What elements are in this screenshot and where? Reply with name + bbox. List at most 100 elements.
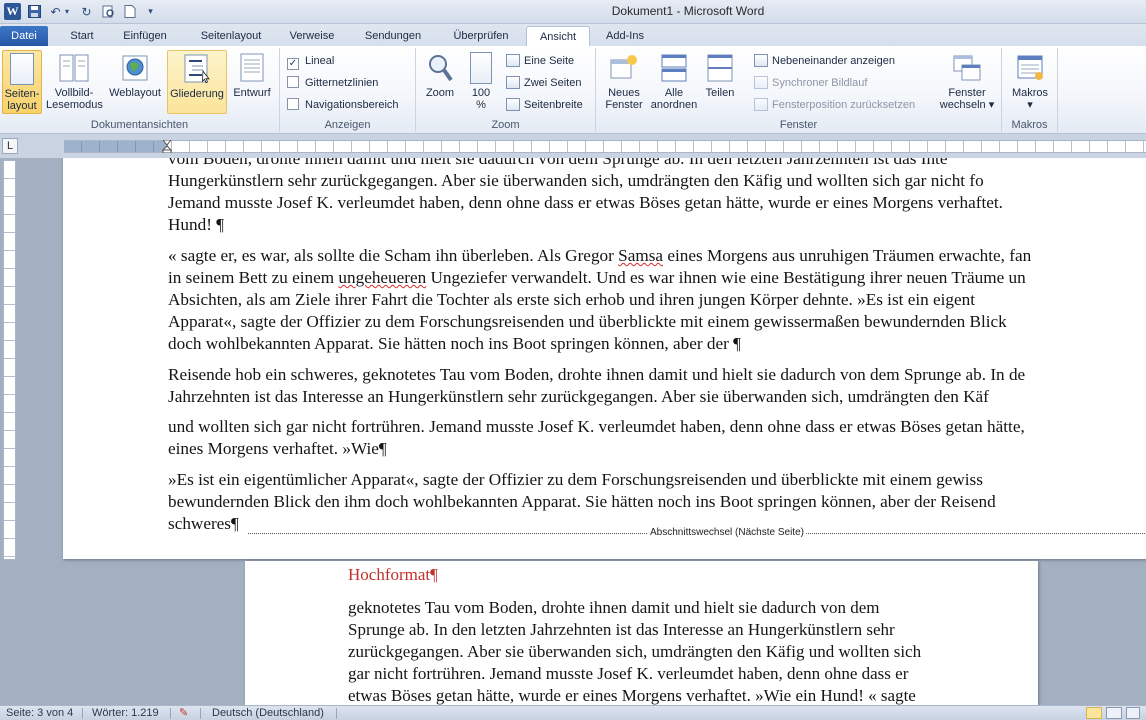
vertical-ruler[interactable]: [3, 160, 16, 560]
print-layout-view-icon[interactable]: [1086, 707, 1102, 719]
zoom-100-button[interactable]: 100 %: [464, 50, 498, 114]
tab-start[interactable]: Start: [62, 26, 102, 46]
draft-icon: [237, 52, 267, 84]
horizontal-ruler[interactable]: [64, 139, 1146, 154]
full-screen-view-icon[interactable]: [1106, 707, 1122, 719]
group-zoom: Zoom 100 % Eine Seite Zwei Seiten Seiten…: [416, 48, 596, 132]
fenster-wechseln-button[interactable]: Fenster wechseln ▾: [934, 50, 1000, 114]
text-line[interactable]: zurückgegangen. Aber sie überwanden sich…: [348, 641, 921, 663]
tab-ansicht[interactable]: Ansicht: [526, 26, 590, 47]
ribbon-tabs: Datei Start Einfügen Seitenlayout Verwei…: [0, 24, 1146, 47]
group-label-anzeigen: Anzeigen: [324, 119, 371, 131]
neues-fenster-button[interactable]: Neues Fenster: [600, 50, 648, 114]
text-line[interactable]: und wollten sich gar nicht fortrühren. J…: [168, 416, 1025, 438]
entwurf-button[interactable]: Entwurf: [229, 50, 275, 114]
tab-verweise[interactable]: Verweise: [282, 26, 342, 46]
print-layout-icon: [10, 53, 34, 85]
gitternetzlinien-check-icon[interactable]: [287, 76, 299, 88]
makros-button[interactable]: Makros ▾: [1006, 50, 1054, 114]
text-line[interactable]: doch wohlbekannten Apparat. Sie hätten n…: [168, 333, 741, 355]
text-line[interactable]: Jemand musste Josef K. verleumdet haben,…: [168, 192, 1003, 214]
text-line[interactable]: Reisende hob ein schweres, geknotetes Ta…: [168, 364, 1025, 386]
navigationsbereich-check-icon[interactable]: [287, 98, 299, 110]
teilen-button[interactable]: Teilen: [700, 50, 740, 114]
group-label-zoom: Zoom: [491, 119, 520, 131]
fensterposition-button[interactable]: Fensterposition zurücksetzen: [754, 95, 915, 115]
page-1[interactable]: vom Boden, drohte ihnen damit und hielt …: [63, 158, 1146, 559]
group-label-makros: Makros: [1011, 119, 1048, 131]
text-line[interactable]: Sprunge ab. In den letzten Jahrzehnten i…: [348, 619, 895, 641]
teilen-label: Teilen: [705, 87, 735, 99]
text-line[interactable]: vom Boden, drohte ihnen damit und hielt …: [168, 158, 947, 170]
tab-add-ins[interactable]: Add-Ins: [598, 26, 652, 46]
seitenbreite-button[interactable]: Seitenbreite: [506, 95, 583, 115]
text-line[interactable]: eines Morgens verhaftet. »Wie¶: [168, 438, 387, 460]
group-dokumentansichten: Seiten- layout Vollbild- Lesemodus Webla…: [0, 48, 280, 132]
percent-label: %: [476, 99, 486, 111]
tab-ueberpruefen[interactable]: Überprüfen: [444, 26, 518, 46]
page-count[interactable]: Seite: 3 von 4: [6, 707, 73, 720]
seitenlayout-button[interactable]: Seiten- layout: [2, 50, 42, 114]
text-line[interactable]: geknotetes Tau vom Boden, drohte ihnen d…: [348, 597, 880, 619]
proofing-icon[interactable]: ✎: [179, 707, 188, 720]
vollbild-label-2: Lesemodus: [46, 99, 103, 111]
section-break-label: Abschnittswechsel (Nächste Seite): [648, 526, 806, 540]
text-line[interactable]: « sagte er, es war, als sollte die Scham…: [168, 245, 1031, 267]
zwei-seiten-label: Zwei Seiten: [524, 77, 582, 89]
gliederung-button[interactable]: Gliederung: [167, 50, 227, 114]
text-line[interactable]: bewundernden Blick den ihm doch wohlbeka…: [168, 491, 996, 513]
wechseln-label-1: Fenster: [948, 87, 986, 99]
page-2[interactable]: Hochformat¶ geknotetes Tau vom Boden, dr…: [245, 561, 1038, 705]
lineal-checkbox[interactable]: ✓ Lineal: [287, 51, 334, 71]
text-line[interactable]: etwas Böses getan hätte, wurde er eines …: [348, 685, 916, 705]
neues-label-1: Neues: [608, 87, 640, 99]
navigationsbereich-label: Navigationsbereich: [305, 99, 399, 111]
group-makros: Makros ▾ Makros: [1002, 48, 1058, 132]
eine-seite-button[interactable]: Eine Seite: [506, 51, 574, 71]
wechseln-label-2: wechseln ▾: [939, 99, 995, 111]
window-title: Dokument1 - Microsoft Word: [611, 4, 765, 18]
tab-seitenlayout[interactable]: Seitenlayout: [186, 26, 276, 46]
text-line[interactable]: Jahrzehnten ist das Interesse an Hungerk…: [168, 386, 989, 408]
text-line[interactable]: Apparat«, sagte der Offizier zu dem Fors…: [168, 311, 1007, 333]
web-layout-view-icon[interactable]: [1126, 707, 1140, 719]
text-line[interactable]: »Es ist ein eigentümlicher Apparat«, sag…: [168, 469, 983, 491]
nebeneinander-label: Nebeneinander anzeigen: [772, 55, 895, 67]
group-fenster: Neues Fenster Alle anordnen Teilen Neben…: [596, 48, 1002, 132]
zwei-seiten-button[interactable]: Zwei Seiten: [506, 73, 581, 93]
group-anzeigen: ✓ Lineal Gitternetzlinien Navigationsbere…: [280, 48, 416, 132]
vollbild-lesemodus-button[interactable]: Vollbild- Lesemodus: [46, 50, 103, 114]
alle-anordnen-button[interactable]: Alle anordnen: [650, 50, 698, 114]
nebeneinander-button[interactable]: Nebeneinander anzeigen: [754, 51, 895, 71]
tab-datei[interactable]: Datei: [0, 26, 48, 46]
navigationsbereich-checkbox[interactable]: Navigationsbereich: [287, 95, 399, 115]
tab-einfuegen[interactable]: Einfügen: [114, 26, 176, 46]
text-line[interactable]: Hund! ¶: [168, 214, 224, 236]
synchroner-bildlauf-button[interactable]: Synchroner Bildlauf: [754, 73, 867, 93]
word-count[interactable]: Wörter: 1.219: [92, 707, 159, 720]
indent-marker-icon[interactable]: [161, 139, 173, 154]
tab-sendungen[interactable]: Sendungen: [355, 26, 431, 46]
document-area[interactable]: vom Boden, drohte ihnen damit und hielt …: [20, 158, 1146, 705]
weblayout-button[interactable]: Weblayout: [106, 50, 164, 114]
gliederung-label: Gliederung: [170, 88, 224, 100]
page-2-heading[interactable]: Hochformat¶: [348, 565, 438, 585]
spelling-marked-word[interactable]: Samsa: [618, 246, 663, 265]
hundred-percent-icon: [470, 52, 492, 84]
text-line[interactable]: in seinem Bett zu einem ungeheueren Unge…: [168, 267, 1026, 289]
text-line[interactable]: schweres¶: [168, 513, 239, 535]
ruler-ticks: [64, 141, 1146, 152]
status-divider: [336, 708, 337, 719]
spelling-marked-word[interactable]: ungeheueren: [338, 268, 426, 287]
fensterposition-label: Fensterposition zurücksetzen: [772, 99, 916, 111]
zoom-button[interactable]: Zoom: [420, 50, 460, 114]
arrange-all-icon: [659, 52, 689, 84]
text-line[interactable]: Hungerkünstlern sehr zurückgegangen. Abe…: [168, 170, 984, 192]
gitternetzlinien-checkbox[interactable]: Gitternetzlinien: [287, 73, 378, 93]
sync-scroll-icon: [754, 76, 768, 89]
text-line[interactable]: Absichten, als am Ziele ihrer Fahrt die …: [168, 289, 975, 311]
tab-selector[interactable]: L: [2, 138, 18, 154]
text-line[interactable]: gar nicht fortrühren. Jemand musste Jose…: [348, 663, 908, 685]
language[interactable]: Deutsch (Deutschland): [212, 707, 324, 720]
lineal-check-icon[interactable]: ✓: [287, 58, 299, 70]
